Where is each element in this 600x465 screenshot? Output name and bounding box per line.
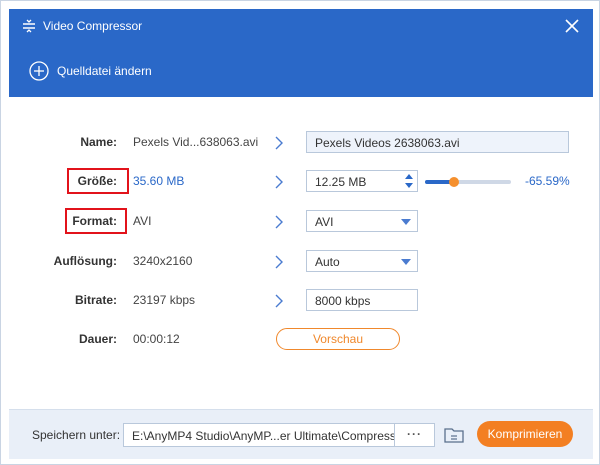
name-label: Name: (80, 135, 117, 149)
name-row: Name: Pexels Vid...638063.avi Pexels Vid… (9, 131, 593, 155)
folder-icon[interactable] (443, 425, 465, 445)
save-path-field[interactable]: E:\AnyMP4 Studio\AnyMP...er Ultimate\Com… (123, 423, 395, 447)
slider-handle[interactable] (449, 177, 460, 187)
format-select[interactable]: AVI (306, 210, 418, 232)
compress-app-icon (23, 19, 35, 33)
name-value: Pexels Vid...638063.avi (133, 135, 259, 149)
duration-label: Dauer: (78, 332, 117, 346)
bitrate-label: Bitrate: (74, 293, 117, 307)
save-location-label: Speichern unter: (32, 428, 121, 442)
chevron-right-icon[interactable] (273, 293, 285, 309)
format-selected: AVI (315, 215, 334, 229)
chevron-right-icon[interactable] (273, 135, 285, 151)
dropdown-caret-icon (401, 259, 411, 265)
add-circle-icon (29, 61, 49, 81)
change-source-label: Quelldatei ändern (57, 64, 152, 78)
size-slider[interactable] (425, 177, 511, 187)
chevron-right-icon[interactable] (273, 214, 285, 230)
bitrate-value: 23197 kbps (133, 293, 196, 307)
bitrate-input[interactable]: 8000 kbps (306, 289, 418, 311)
bitrate-row: Bitrate: 23197 kbps 8000 kbps (9, 289, 593, 313)
size-input-text: 12.25 MB (315, 175, 367, 189)
source-toolbar: Quelldatei ändern (9, 43, 593, 97)
spin-arrows-icon[interactable] (404, 173, 414, 189)
name-input[interactable]: Pexels Videos 2638063.avi (306, 131, 569, 153)
preview-button[interactable]: Vorschau (276, 328, 400, 350)
size-highlight-box (67, 168, 129, 194)
compress-button[interactable]: Komprimieren (477, 421, 573, 447)
browse-path-button[interactable]: ··· (395, 423, 435, 447)
change-source-button[interactable]: Quelldatei ändern (29, 60, 152, 82)
duration-row: Dauer: 00:00:12 Vorschau (9, 328, 593, 352)
format-highlight-box (65, 208, 127, 234)
resolution-selected: Auto (315, 255, 340, 269)
resolution-value: 3240x2160 (133, 254, 193, 268)
chevron-right-icon[interactable] (273, 174, 285, 190)
duration-value: 00:00:12 (133, 332, 180, 346)
size-stepper[interactable]: 12.25 MB (306, 170, 418, 192)
dropdown-caret-icon (401, 219, 411, 225)
size-value: 35.60 MB (133, 174, 185, 188)
window-title: Video Compressor (43, 19, 143, 33)
compressor-window: Video Compressor Quelldatei ändern Name:… (0, 0, 600, 465)
format-value: AVI (133, 214, 152, 228)
resolution-select[interactable]: Auto (306, 250, 418, 272)
close-icon[interactable] (563, 17, 581, 35)
resolution-row: Auflösung: 3240x2160 Auto (9, 250, 593, 274)
settings-panel: Name: Pexels Vid...638063.avi Pexels Vid… (9, 97, 593, 409)
title-bar: Video Compressor (9, 9, 593, 43)
chevron-right-icon[interactable] (273, 254, 285, 270)
footer-bar: Speichern unter: E:\AnyMP4 Studio\AnyMP.… (9, 409, 593, 459)
resolution-label: Auflösung: (53, 254, 117, 268)
size-ratio: -65.59% (525, 174, 570, 188)
